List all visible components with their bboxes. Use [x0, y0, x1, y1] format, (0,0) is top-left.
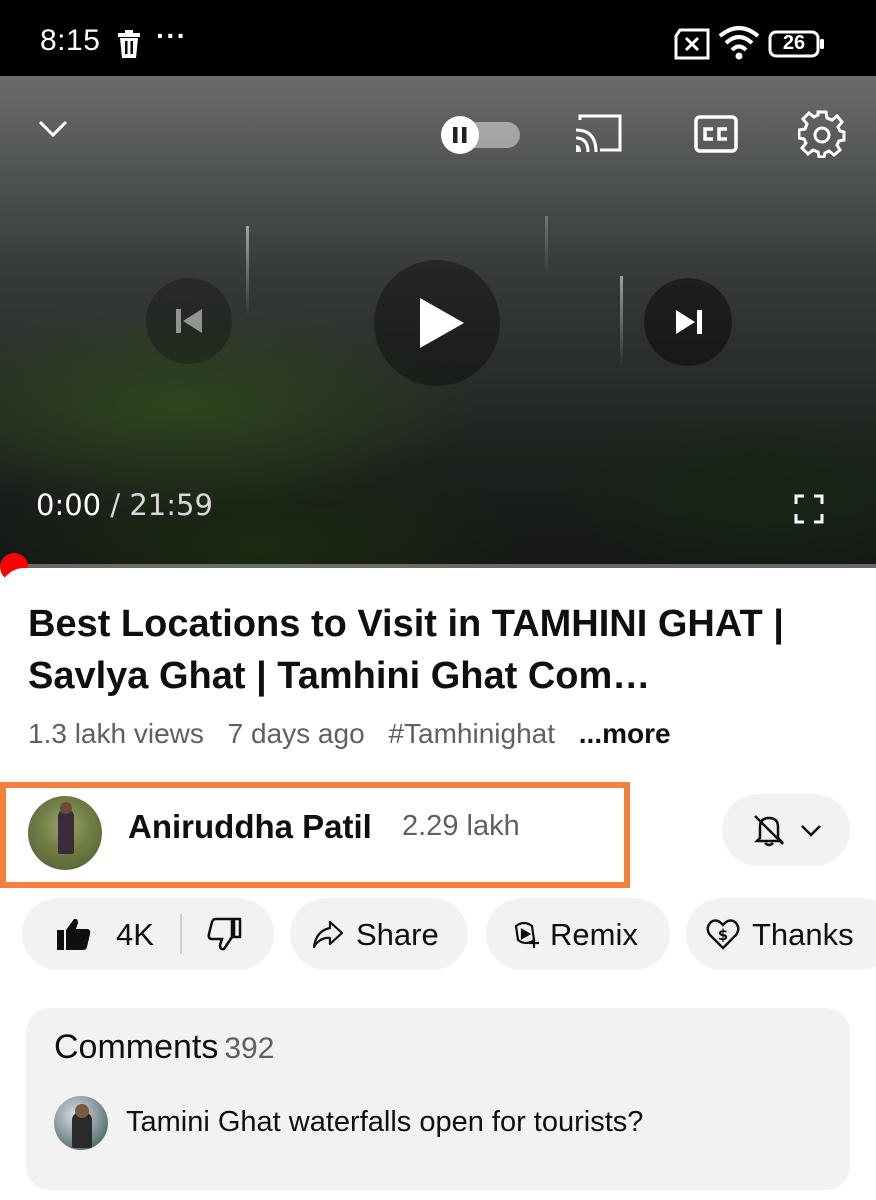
autoplay-toggle[interactable] [438, 116, 520, 154]
time-separator: / [101, 488, 130, 522]
avatar-head [60, 802, 72, 814]
comments-heading: Comments 392 [54, 1028, 274, 1067]
video-info-panel: Best Locations to Visit in TAMHINI GHAT … [0, 568, 876, 1200]
heart-dollar-icon: $ [706, 919, 740, 950]
subscription-bell-button[interactable] [722, 794, 850, 866]
channel-avatar[interactable] [28, 796, 102, 870]
chevron-down-icon[interactable] [36, 112, 70, 146]
next-icon[interactable] [644, 278, 732, 366]
trash-icon [118, 30, 140, 58]
remix-button[interactable]: Remix [486, 898, 670, 970]
sim-x-icon [674, 28, 710, 60]
hashtag-link[interactable]: #Tamhinighat [388, 718, 555, 749]
waterfall-decor [545, 216, 548, 276]
channel-name[interactable]: Aniruddha Patil [128, 808, 372, 846]
previous-icon[interactable] [146, 278, 232, 364]
svg-text:$: $ [718, 926, 728, 944]
remix-icon [514, 921, 539, 948]
status-bar: 8:15 ··· 26 [0, 0, 876, 76]
avatar-figure [58, 810, 74, 854]
current-time: 0:00 [36, 488, 102, 522]
like-dislike-pill: 4K [22, 898, 274, 970]
status-time: 8:15 [40, 24, 101, 57]
more-link[interactable]: ...more [579, 718, 671, 749]
action-buttons-row: 4K Share Remix $ Thanks [0, 898, 876, 972]
cast-icon[interactable] [574, 114, 624, 154]
like-count[interactable]: 4K [116, 917, 154, 953]
thumbs-up-icon[interactable] [56, 917, 92, 951]
channel-row[interactable]: Aniruddha Patil 2.29 lakh [0, 782, 630, 888]
more-notifications-icon: ··· [156, 20, 187, 51]
gear-icon[interactable] [798, 110, 846, 158]
view-count: 1.3 lakh views [28, 718, 204, 749]
chevron-down-icon [801, 825, 821, 837]
video-duration: 21:59 [129, 488, 213, 522]
comments-title: Comments [54, 1028, 219, 1066]
upload-age: 7 days ago [227, 718, 365, 749]
cc-icon[interactable] [694, 114, 738, 154]
play-icon[interactable] [374, 260, 500, 386]
comments-section[interactable]: Comments 392 Tamini Ghat waterfalls open … [26, 1008, 850, 1190]
remix-label: Remix [550, 917, 638, 952]
video-title[interactable]: Best Locations to Visit in TAMHINI GHAT … [28, 598, 854, 702]
video-player[interactable]: 0:00 / 21:59 [0, 76, 876, 568]
comments-count: 392 [224, 1032, 275, 1065]
bell-off-icon [753, 815, 785, 847]
waterfall-decor [620, 276, 623, 366]
thanks-label: Thanks [752, 917, 854, 952]
battery-icon: 26 [768, 30, 826, 58]
waterfall-decor [246, 226, 249, 316]
fullscreen-icon[interactable] [794, 494, 824, 524]
like-divider [180, 914, 182, 954]
share-arrow-icon [312, 920, 344, 949]
time-display: 0:00 / 21:59 [36, 488, 213, 522]
thanks-button[interactable]: $ Thanks [686, 898, 876, 970]
wifi-icon [718, 26, 760, 60]
commenter-avatar [54, 1096, 108, 1150]
share-button[interactable]: Share [290, 898, 468, 970]
avatar-head [75, 1104, 89, 1118]
thumbs-down-icon[interactable] [206, 917, 242, 951]
video-meta[interactable]: 1.3 lakh views 7 days ago #Tamhinighat .… [28, 718, 687, 750]
top-comment-text: Tamini Ghat waterfalls open for tourists… [126, 1106, 644, 1138]
share-label: Share [356, 917, 439, 952]
subscriber-count: 2.29 lakh [402, 810, 520, 842]
battery-level: 26 [782, 32, 806, 54]
